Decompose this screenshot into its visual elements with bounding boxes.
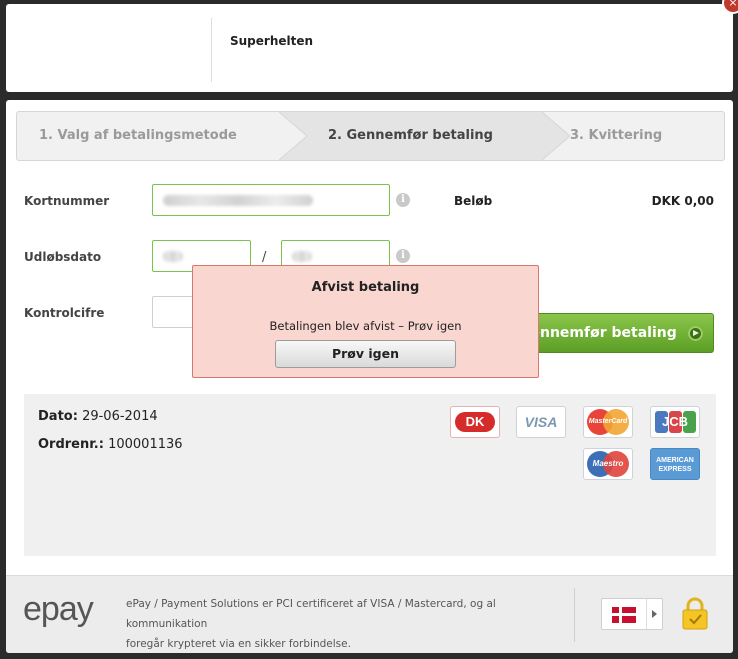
padlock-icon — [682, 597, 708, 630]
step-complete-payment: 2. Gennemfør betaling — [328, 128, 493, 143]
order-number-value: 100001136 — [108, 437, 183, 452]
pay-button-label: Gennemfør betaling — [519, 325, 677, 341]
mastercard-logo: MasterCard — [583, 406, 633, 438]
amex-logo: AMERICAN EXPRESS — [650, 448, 700, 480]
order-date-value: 29-06-2014 — [82, 409, 158, 424]
dialog-title: Afvist betaling — [311, 280, 420, 295]
jcb-text: JCB — [661, 414, 688, 429]
amex-text-2: EXPRESS — [658, 466, 692, 473]
danish-flag-icon — [612, 607, 636, 623]
dankort-mark: DK — [455, 412, 495, 432]
order-info-panel: Dato: 29-06-2014 Ordrenr.: 100001136 DK … — [24, 394, 716, 556]
maestro-text: Maestro — [592, 459, 624, 468]
amex-text-1: AMERICAN — [656, 457, 694, 464]
order-date: Dato: 29-06-2014 — [38, 409, 158, 424]
security-notice-line-2: foregår krypteret via en sikker forbinde… — [126, 638, 351, 650]
expiry-label: Udløbsdato — [24, 250, 102, 264]
card-number-input[interactable] — [152, 184, 390, 216]
visa-text: VISA — [524, 414, 558, 430]
shop-header: Superhelten — [6, 4, 733, 92]
security-notice-line-1: ePay / Payment Solutions er PCI certific… — [126, 598, 496, 630]
step-receipt: 3. Kvittering — [570, 128, 663, 143]
epay-logo: epay — [23, 590, 94, 628]
card-number-label: Kortnummer — [24, 194, 110, 208]
order-number-label: Ordrenr.: — [38, 437, 104, 452]
retry-button[interactable]: Prøv igen — [275, 340, 456, 368]
dialog-message: Betalingen blev afvist – Prøv igen — [269, 319, 462, 333]
step-chevron — [542, 112, 570, 160]
jcb-logo: JCB — [650, 406, 700, 438]
progress-steps: 1. Valg af betalingsmetode 2. Gennemfør … — [16, 111, 725, 161]
mastercard-text: MasterCard — [588, 418, 628, 425]
amount-value: DKK 0,00 — [651, 194, 714, 208]
language-selector[interactable] — [601, 598, 663, 630]
expiry-separator: / — [262, 250, 267, 265]
footer-divider — [574, 588, 575, 642]
language-selector-divider — [646, 599, 647, 629]
header-divider — [211, 18, 212, 82]
shop-logo-area — [6, 4, 211, 92]
maestro-logo: Maestro — [583, 448, 633, 480]
declined-payment-dialog: Afvist betaling Betalingen blev afvist –… — [192, 265, 539, 378]
masked-value — [163, 195, 313, 206]
order-number: Ordrenr.: 100001136 — [38, 437, 183, 452]
masked-value — [163, 251, 183, 262]
caret-right-icon — [652, 610, 657, 618]
card-number-info-icon[interactable]: i — [396, 193, 410, 207]
security-notice: ePay / Payment Solutions er PCI certific… — [126, 594, 566, 653]
order-date-label: Dato: — [38, 409, 78, 424]
step-choose-method: 1. Valg af betalingsmetode — [39, 128, 237, 143]
cvc-label: Kontrolcifre — [24, 306, 105, 320]
expiry-info-icon[interactable]: i — [396, 249, 410, 263]
masked-value — [292, 251, 312, 262]
arrow-right-icon — [688, 326, 703, 341]
shop-name: Superhelten — [230, 34, 314, 48]
amount-label: Beløb — [454, 194, 493, 208]
step-chevron — [279, 112, 307, 160]
visa-logo: VISA — [516, 406, 566, 438]
footer: epay ePay / Payment Solutions er PCI cer… — [6, 575, 733, 653]
dankort-logo: DK — [450, 406, 500, 438]
